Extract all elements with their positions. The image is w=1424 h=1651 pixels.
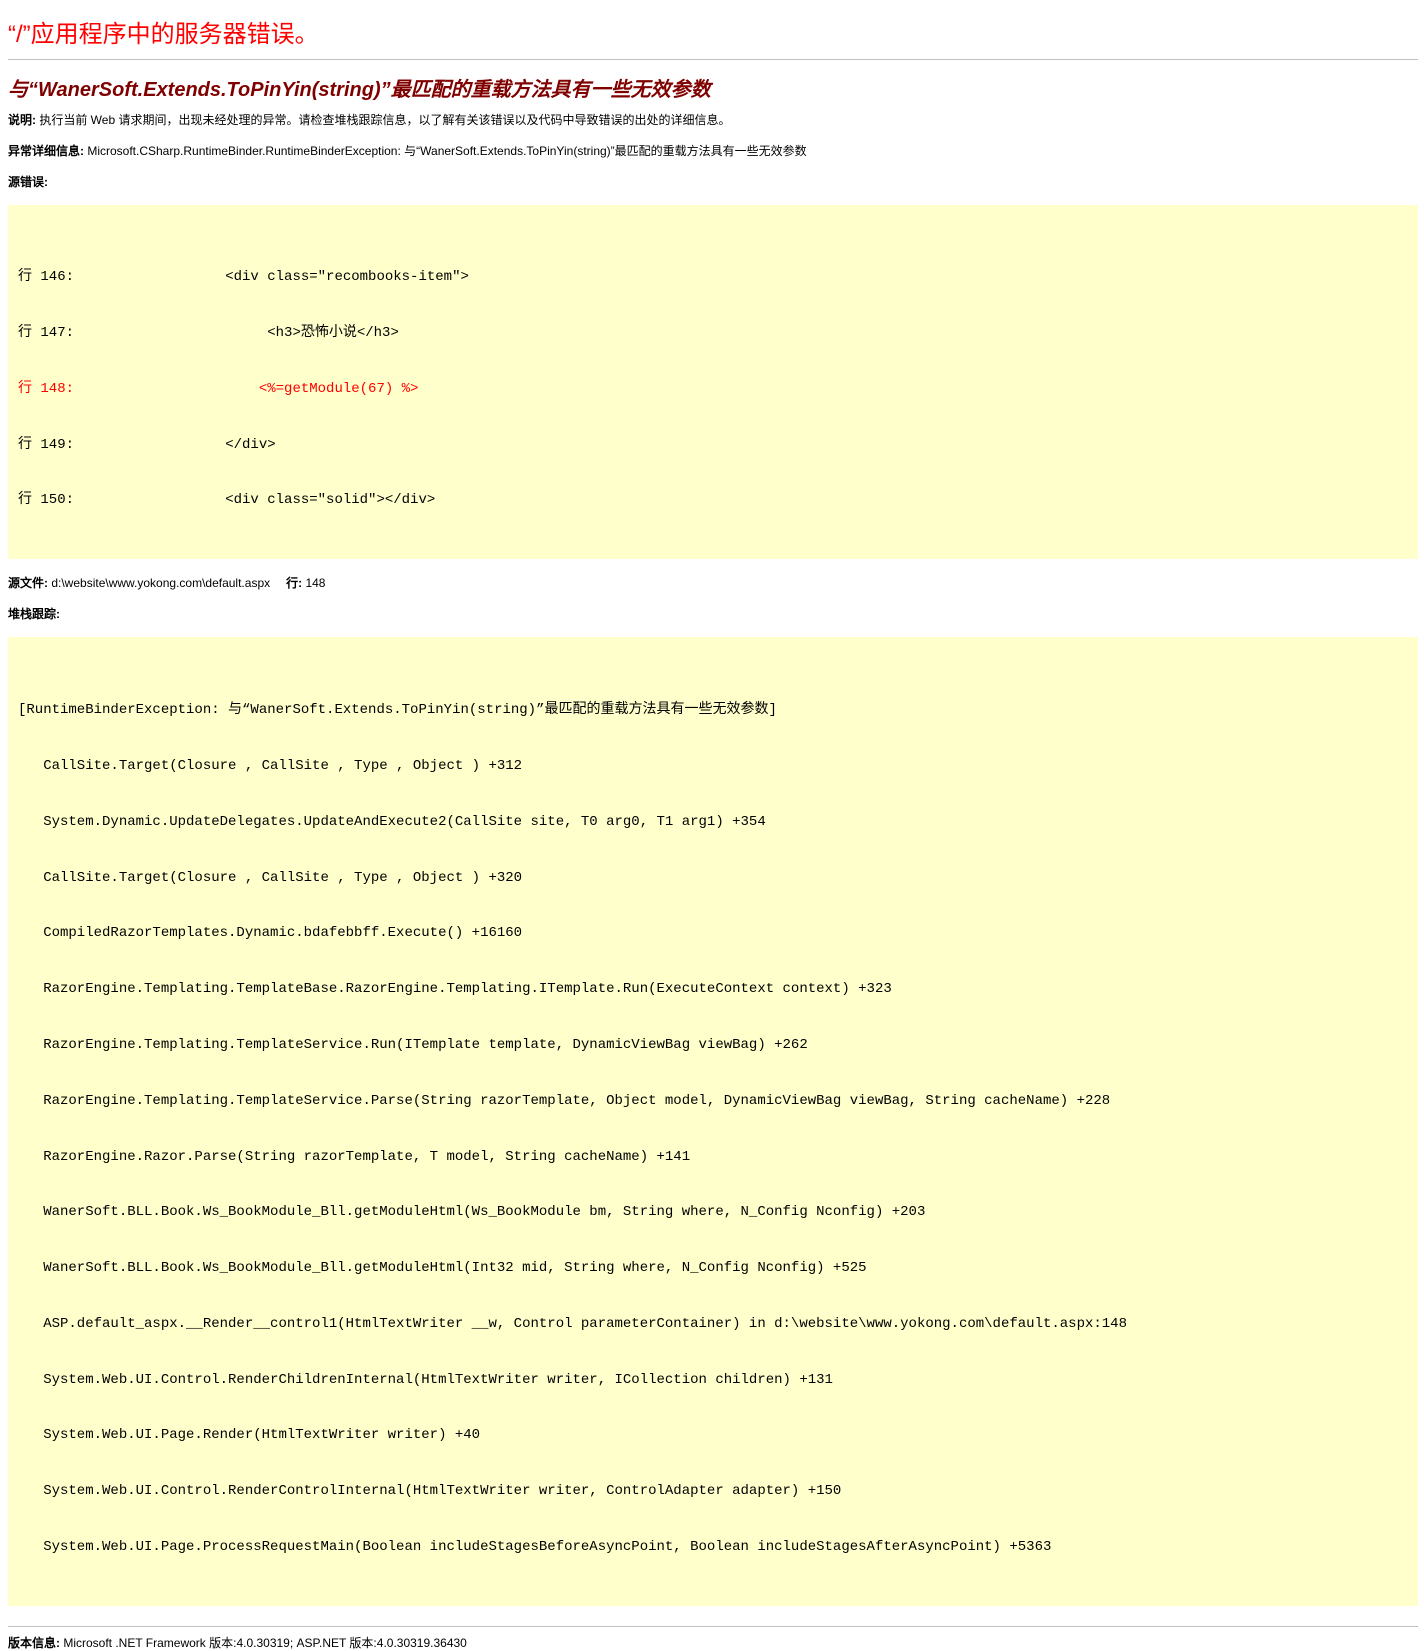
code-line: 行 147: <h3>恐怖小说</h3> xyxy=(18,324,399,341)
stack-line: System.Web.UI.Control.RenderControlInter… xyxy=(18,1483,842,1500)
stack-trace-heading: 堆栈跟踪: xyxy=(8,606,1418,622)
description-label: 说明: xyxy=(8,113,36,127)
stack-line: RazorEngine.Razor.Parse(String razorTemp… xyxy=(18,1148,691,1165)
code-line: 行 146: <div class="recombooks-item"> xyxy=(18,269,469,286)
stack-line: System.Web.UI.Page.ProcessRequestMain(Bo… xyxy=(18,1539,1052,1555)
stack-line: ASP.default_aspx.__Render__control1(Html… xyxy=(18,1315,1127,1332)
version-label: 版本信息: xyxy=(8,1635,60,1650)
stack-line: RazorEngine.Templating.TemplateBase.Razo… xyxy=(18,981,892,998)
version-info: 版本信息: Microsoft .NET Framework 版本:4.0.30… xyxy=(8,1635,1418,1651)
stack-trace-label: 堆栈跟踪: xyxy=(8,607,60,622)
description-text: 执行当前 Web 请求期间，出现未经处理的异常。请检查堆栈跟踪信息，以了解有关该… xyxy=(36,113,731,127)
stack-line: RazorEngine.Templating.TemplateService.R… xyxy=(18,1036,808,1053)
error-message: 与“WanerSoft.Extends.ToPinYin(string)”最匹配… xyxy=(8,79,711,101)
stack-line: System.Web.UI.Control.RenderChildrenInte… xyxy=(18,1371,833,1388)
footer-divider xyxy=(8,1625,1418,1627)
stack-line: WanerSoft.BLL.Book.Ws_BookModule_Bll.get… xyxy=(18,1204,926,1221)
stack-line: CompiledRazorTemplates.Dynamic.bdafebbff… xyxy=(18,925,523,942)
stack-line: [RuntimeBinderException: 与“WanerSoft.Ext… xyxy=(18,702,777,719)
stack-trace-block: [RuntimeBinderException: 与“WanerSoft.Ext… xyxy=(8,637,1418,1606)
exception-text: Microsoft.CSharp.RuntimeBinder.RuntimeBi… xyxy=(84,144,807,158)
source-file-info: 源文件: d:\website\www.yokong.com\default.a… xyxy=(8,575,1418,591)
code-line: 行 149: </div> xyxy=(18,436,276,453)
stack-line: WanerSoft.BLL.Book.Ws_BookModule_Bll.get… xyxy=(18,1260,867,1277)
source-line-label: 行: xyxy=(286,576,303,591)
description: 说明: 执行当前 Web 请求期间，出现未经处理的异常。请检查堆栈跟踪信息，以了… xyxy=(8,112,1418,128)
stack-line: System.Web.UI.Page.Render(HtmlTextWriter… xyxy=(18,1427,481,1444)
error-page: “/”应用程序中的服务器错误。 与“WanerSoft.Extends.ToPi… xyxy=(0,0,1424,1651)
source-file-path: d:\website\www.yokong.com\default.aspx xyxy=(48,576,271,591)
source-file-label: 源文件: xyxy=(8,576,48,591)
stack-line: RazorEngine.Templating.TemplateService.P… xyxy=(18,1092,1111,1109)
source-error-label: 源错误: xyxy=(8,175,48,189)
code-line: 行 150: <div class="solid"></div> xyxy=(18,492,436,509)
page-title: “/”应用程序中的服务器错误。 xyxy=(8,21,319,48)
exception-label: 异常详细信息: xyxy=(8,144,84,158)
stack-line: CallSite.Target(Closure , CallSite , Typ… xyxy=(18,758,523,775)
source-error-heading: 源错误: xyxy=(8,174,1418,190)
stack-line: System.Dynamic.UpdateDelegates.UpdateAnd… xyxy=(18,813,766,830)
source-line-value: 148 xyxy=(302,576,326,591)
source-error-code-block: 行 146: <div class="recombooks-item"> 行 1… xyxy=(8,205,1418,560)
title-divider xyxy=(8,59,1418,60)
stack-line: CallSite.Target(Closure , CallSite , Typ… xyxy=(18,869,523,886)
code-line-error: 行 148: <%=getModule(67) %> xyxy=(18,380,419,397)
version-text: Microsoft .NET Framework 版本:4.0.30319; A… xyxy=(60,1635,467,1650)
exception-details: 异常详细信息: Microsoft.CSharp.RuntimeBinder.R… xyxy=(8,143,1418,159)
